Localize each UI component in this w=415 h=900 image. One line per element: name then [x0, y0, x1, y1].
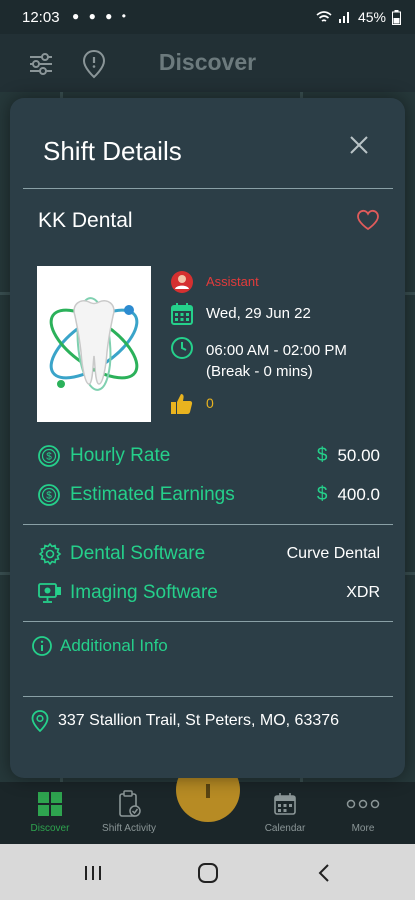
- imaging-software-value: XDR: [346, 584, 380, 601]
- shift-break-info: (Break - 0 mins): [206, 363, 313, 380]
- favorite-heart-icon[interactable]: [356, 209, 380, 231]
- divider: [23, 621, 393, 622]
- imaging-software-label: Imaging Software: [70, 582, 218, 603]
- earnings-value: 400.0: [337, 485, 380, 504]
- earnings-currency: $: [316, 484, 328, 505]
- wifi-icon: [316, 11, 332, 22]
- nav-discover-label: Discover: [30, 823, 70, 834]
- clock-icon: [171, 337, 193, 359]
- gear-icon: [38, 542, 62, 566]
- svg-text:$: $: [46, 452, 52, 463]
- modal-title: Shift Details: [43, 136, 182, 166]
- status-right: 45%: [316, 9, 401, 25]
- divider: [23, 696, 393, 697]
- app-bar-title: Discover: [158, 49, 257, 75]
- signal-icon: [338, 12, 349, 23]
- shift-date: Wed, 29 Jun 22: [206, 305, 311, 322]
- more-dots-icon: [346, 799, 380, 809]
- divider: [23, 188, 393, 189]
- status-time: 12:03: [22, 9, 60, 26]
- dental-software-value: Curve Dental: [286, 545, 380, 562]
- system-nav-bar: [0, 844, 415, 900]
- nav-calendar-label: Calendar: [264, 823, 306, 834]
- estimated-earnings-row: $ Estimated Earnings $400.0: [38, 484, 380, 506]
- close-icon[interactable]: [346, 132, 372, 158]
- battery-icon: [392, 9, 401, 25]
- nav-shift-activity-label: Shift Activity: [102, 823, 156, 834]
- location-pin-icon: [31, 710, 49, 732]
- hourly-rate-row: $ Hourly Rate $50.00: [38, 445, 380, 467]
- notification-icons: ● ● ● •: [72, 9, 129, 23]
- grid-icon: [38, 792, 62, 816]
- battery-percent: 45%: [357, 9, 386, 25]
- shift-time-range: 06:00 AM - 02:00 PM: [206, 342, 347, 359]
- role-row: Assistant: [170, 270, 259, 294]
- status-bar: 12:03 ● ● ● • 45%: [0, 0, 415, 34]
- additional-info-link[interactable]: Additional Info: [32, 636, 168, 656]
- nav-calendar[interactable]: Calendar: [240, 790, 330, 834]
- app-bar: Discover: [0, 34, 415, 92]
- hourly-rate-currency: $: [316, 445, 328, 466]
- shift-details-modal: Shift Details KK Dental Assistant Wed, 2…: [10, 98, 405, 778]
- clinic-logo-image: [37, 266, 151, 422]
- time-row: 06:00 AM - 02:00 PM (Break - 0 mins): [170, 336, 347, 382]
- back-icon[interactable]: [316, 863, 332, 883]
- nav-shift-activity[interactable]: Shift Activity: [84, 790, 174, 834]
- dollar-coin-icon: $: [38, 484, 60, 506]
- date-row: Wed, 29 Jun 22: [170, 302, 311, 326]
- user-avatar-icon: [171, 271, 193, 293]
- hourly-rate-value: 50.00: [337, 446, 380, 465]
- likes-count: 0: [206, 395, 214, 411]
- calendar-icon: [171, 303, 193, 325]
- likes-row: 0: [170, 392, 214, 416]
- address-text: 337 Stallion Trail, St Peters, MO, 63376: [58, 712, 340, 729]
- calendar-icon: [274, 793, 296, 815]
- recent-apps-icon[interactable]: [82, 864, 104, 882]
- nav-discover[interactable]: Discover: [5, 790, 95, 834]
- thumbs-up-icon[interactable]: [170, 392, 194, 416]
- screen: 12:03 ● ● ● • 45% Discover Discover Shif…: [0, 0, 415, 900]
- dental-software-row: Dental Software Curve Dental: [38, 542, 380, 566]
- info-icon: [32, 636, 52, 656]
- hourly-rate-label: Hourly Rate: [70, 445, 171, 466]
- clipboard-check-icon: [119, 790, 141, 817]
- dental-software-label: Dental Software: [70, 543, 206, 564]
- svg-text:$: $: [46, 491, 52, 502]
- home-icon[interactable]: [197, 863, 219, 883]
- divider: [23, 524, 393, 525]
- role-label: Assistant: [206, 274, 259, 289]
- dollar-coin-icon: $: [38, 445, 60, 467]
- nav-more-label: More: [351, 823, 375, 834]
- additional-info-label: Additional Info: [60, 636, 168, 655]
- tooth-logo-icon: [49, 297, 139, 391]
- imaging-monitor-icon: [38, 583, 61, 603]
- address-row[interactable]: 337 Stallion Trail, St Peters, MO, 63376: [30, 710, 339, 732]
- clinic-name: KK Dental: [38, 209, 133, 232]
- nav-more[interactable]: More: [318, 790, 408, 834]
- imaging-software-row: Imaging Software XDR: [38, 581, 380, 605]
- earnings-label: Estimated Earnings: [70, 484, 235, 505]
